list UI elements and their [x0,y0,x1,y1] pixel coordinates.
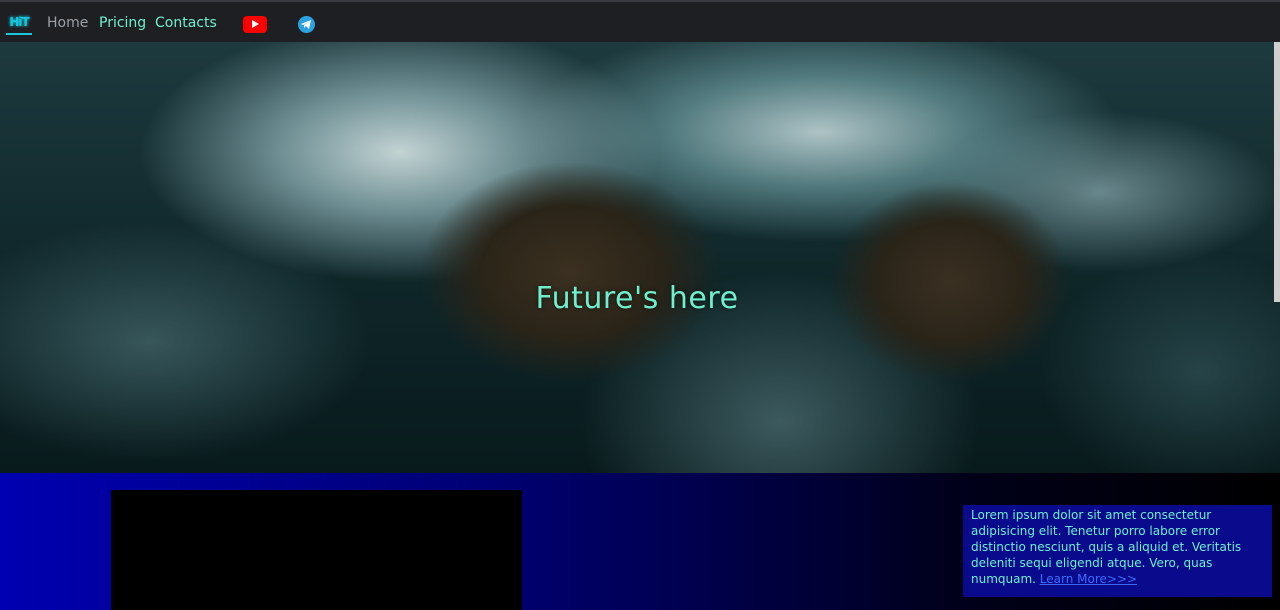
page-scrollbar[interactable] [1274,42,1280,302]
content-section: Lorem ipsum dolor sit amet consectetur a… [0,473,1280,610]
top-navbar: HiT Home Pricing Contacts [0,0,1280,42]
site-logo[interactable]: HiT [6,13,32,35]
nav-contacts-link[interactable]: Contacts [155,13,217,33]
nav-home-link[interactable]: Home [47,13,88,33]
learn-more-link[interactable]: Learn More>>> [1040,572,1137,586]
info-card: Lorem ipsum dolor sit amet consectetur a… [963,505,1272,597]
youtube-icon[interactable] [243,16,267,33]
nav-pricing-link[interactable]: Pricing [99,13,146,33]
telegram-icon[interactable] [298,16,315,33]
hero-banner: Future's here [0,42,1280,473]
hero-title: Future's here [535,281,739,316]
video-player[interactable] [111,490,522,610]
